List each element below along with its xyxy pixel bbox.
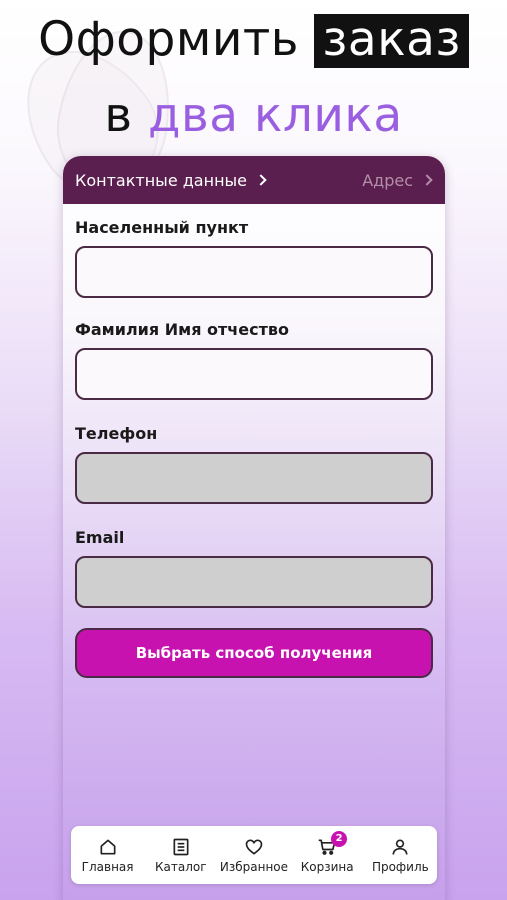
- full-name-label: Фамилия Имя отчество: [75, 320, 290, 339]
- tab-home[interactable]: Главная: [73, 837, 143, 874]
- chevron-right-icon: [421, 174, 433, 186]
- tab-cart-label: Корзина: [300, 859, 354, 874]
- email-field[interactable]: [75, 556, 433, 608]
- profile-icon: [392, 839, 408, 855]
- email-label: Email: [75, 528, 125, 547]
- step-address-label: Адрес: [362, 170, 413, 190]
- tab-home-label: Главная: [81, 859, 134, 874]
- step-contacts[interactable]: Контактные данные: [75, 170, 267, 190]
- headline-accent-text: два клика: [148, 88, 403, 143]
- catalog-icon: [173, 838, 189, 855]
- headline-boxed-text: заказ: [314, 14, 469, 68]
- heart-icon: [245, 839, 263, 854]
- choose-delivery-button[interactable]: Выбрать способ получения: [75, 628, 433, 678]
- home-icon: [100, 839, 116, 854]
- city-field[interactable]: [75, 246, 433, 298]
- bottom-tab-bar: Главная Каталог Избранное 2 Корзина Проф…: [71, 826, 437, 884]
- tab-favorites[interactable]: Избранное: [219, 837, 289, 874]
- tab-profile-label: Профиль: [371, 859, 429, 874]
- tab-catalog-label: Каталог: [155, 859, 207, 874]
- city-label: Населенный пункт: [75, 218, 249, 237]
- chevron-right-icon: [255, 174, 267, 186]
- headline-plain-text: Оформить: [38, 12, 299, 67]
- tab-profile[interactable]: Профиль: [365, 837, 435, 874]
- step-address[interactable]: Адрес: [362, 170, 433, 190]
- phone-label: Телефон: [75, 424, 158, 443]
- cart-count-badge: 2: [331, 830, 348, 847]
- step-contacts-label: Контактные данные: [75, 170, 248, 190]
- promo-headline-line1: Оформить заказ: [0, 12, 507, 68]
- full-name-field[interactable]: [75, 348, 433, 400]
- phone-field[interactable]: [75, 452, 433, 504]
- headline-plain-text: в: [104, 88, 133, 143]
- tab-catalog[interactable]: Каталог: [146, 837, 216, 874]
- tab-cart[interactable]: 2 Корзина: [292, 830, 362, 874]
- checkout-steps-bar: Контактные данные Адрес: [63, 156, 445, 204]
- promo-headline-line2: в два клика: [0, 88, 507, 143]
- phone-screen: Контактные данные Адрес Населенный пункт…: [63, 156, 445, 900]
- tab-favorites-label: Избранное: [219, 859, 289, 874]
